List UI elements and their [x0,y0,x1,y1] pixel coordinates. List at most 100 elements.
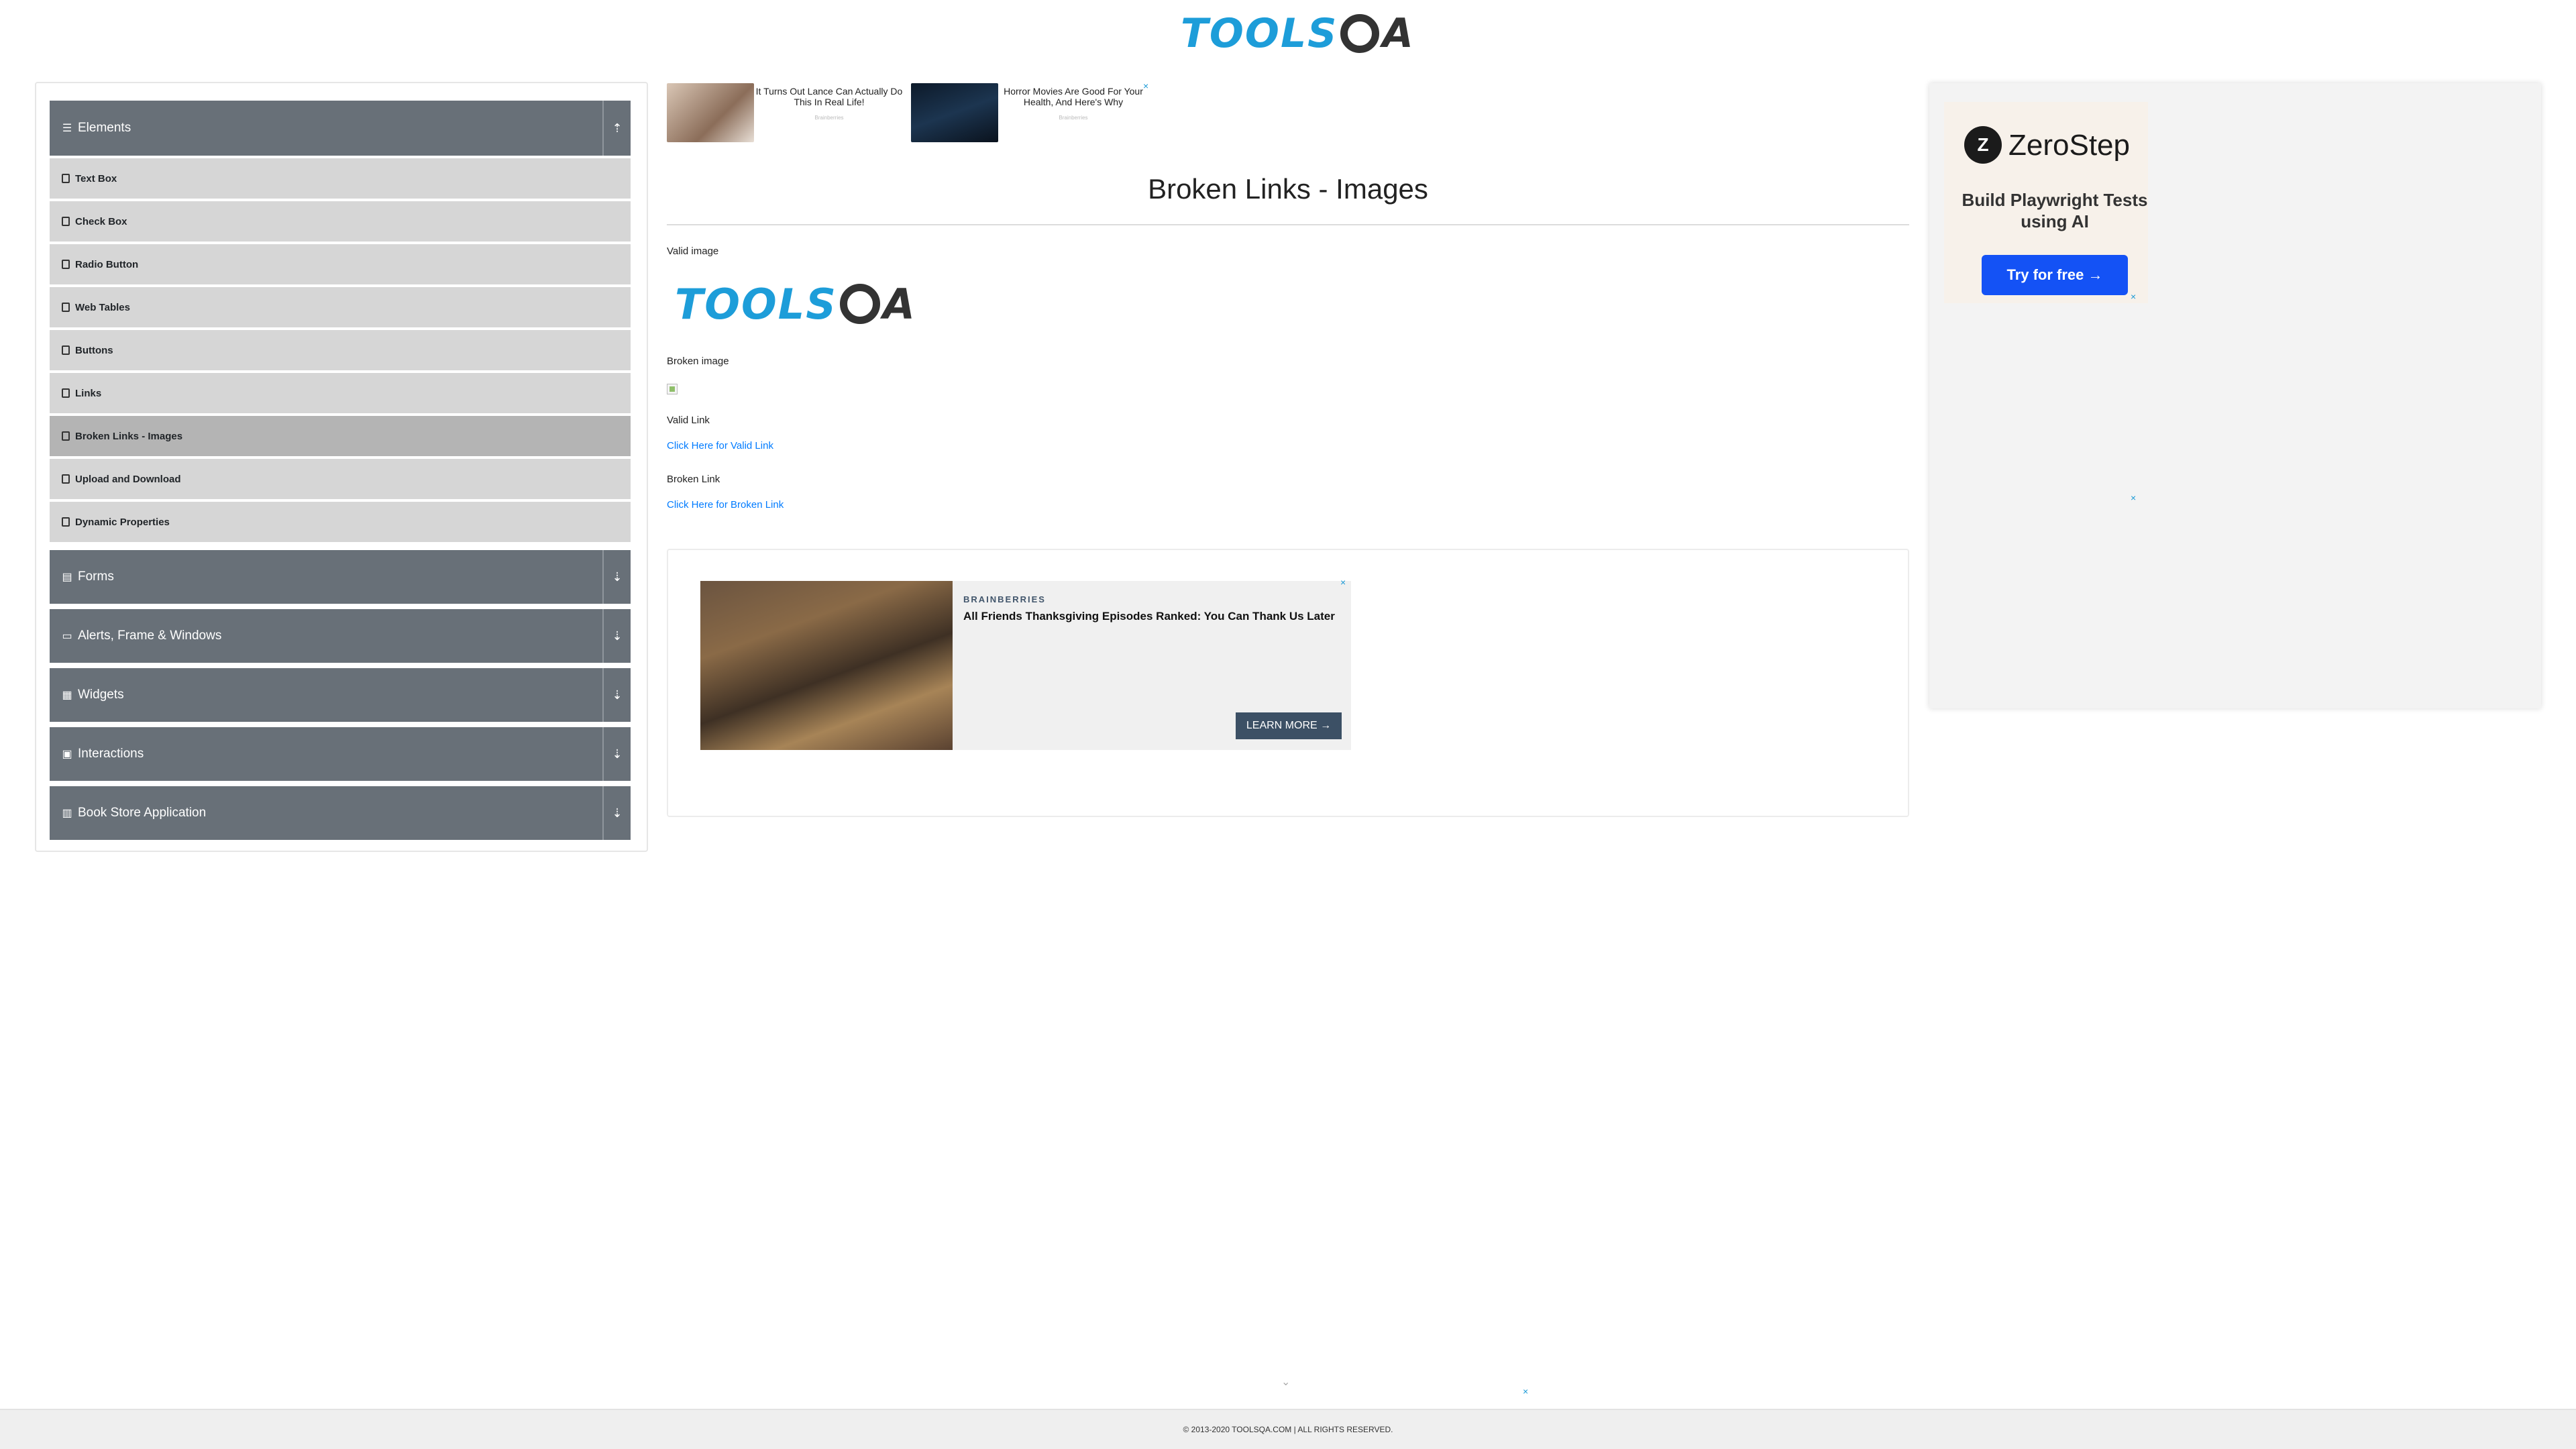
collapse-icon[interactable]: ⇡ [602,101,631,156]
item-icon [62,217,70,226]
chevron-down-icon[interactable]: ⌄ [1281,1375,1290,1389]
item-icon [62,345,70,355]
header: TOOLS A [0,0,2576,67]
footer: © 2013-2020 TOOLSQA.COM | ALL RIGHTS RES… [0,1409,2576,1449]
broken-image-label: Broken image [667,356,729,367]
ad-thumbnail [667,83,754,142]
valid-image: TOOLS A [675,278,915,330]
interactions-icon: ▣ [62,749,72,760]
close-icon[interactable]: × [2131,492,2136,503]
item-icon [62,260,70,269]
ad-headline: All Friends Thanksgiving Episodes Ranked… [963,610,1335,623]
item-icon [62,174,70,183]
logo-qa-text: A [1382,10,1413,57]
valid-image-label: Valid image [667,246,719,257]
valid-image-qa-text: A [882,279,915,329]
menu-item-label: Links [75,387,102,399]
group-elements-label: Elements [78,121,131,135]
close-icon[interactable]: × [1143,80,1148,91]
menu-item-label: Broken Links - Images [75,430,183,442]
close-icon[interactable]: × [1340,577,1346,588]
ad-brand: BRAINBERRIES [963,594,1046,604]
zerostep-logo-icon: Z [1964,126,2002,164]
bars-icon: ☰ [62,123,72,134]
expand-icon[interactable]: ⇣ [602,786,631,840]
right-ad: Z ZeroStep Build Playwright Tests using … [1929,83,2541,708]
zerostep-ad[interactable]: Z ZeroStep Build Playwright Tests using … [1944,102,2148,303]
ad-text: Horror Movies Are Good For Your Health, … [998,83,1148,142]
ad-headline: It Turns Out Lance Can Actually Do This … [755,86,903,107]
group-interactions[interactable]: ▣ Interactions ⇣ [50,727,631,781]
window-icon: ▭ [62,631,72,642]
top-ad-1[interactable]: It Turns Out Lance Can Actually Do This … [667,83,904,142]
logo-tools-text: TOOLS [1181,10,1338,57]
footer-text: © 2013-2020 TOOLSQA.COM | ALL RIGHTS RES… [1183,1425,1393,1434]
group-elements[interactable]: ☰ Elements ⇡ [50,101,631,156]
menu-item-label: Radio Button [75,258,139,270]
menu-item-label: Upload and Download [75,473,181,485]
menu-item-web-tables[interactable]: Web Tables [50,287,631,327]
zerostep-name: ZeroStep [2008,129,2130,162]
menu-item-text-box[interactable]: Text Box [50,158,631,199]
group-alerts-label: Alerts, Frame & Windows [78,629,222,643]
menu-item-buttons[interactable]: Buttons [50,330,631,370]
ad-thumbnail [911,83,998,142]
grid-icon: ▦ [62,690,72,701]
valid-image-tools-text: TOOLS [675,279,837,329]
group-forms[interactable]: ▤ Forms ⇣ [50,550,631,604]
close-icon[interactable]: × [1523,1386,1528,1397]
gear-icon [839,284,880,324]
ad-source: Brainberries [814,115,844,121]
title-divider [667,224,1909,225]
menu-item-broken-links-images[interactable]: Broken Links - Images [50,416,631,456]
item-icon [62,517,70,527]
menu-item-label: Web Tables [75,301,130,313]
top-ad-strip: It Turns Out Lance Can Actually Do This … [667,80,1152,144]
menu-item-check-box[interactable]: Check Box [50,201,631,241]
item-icon [62,431,70,441]
menu-item-label: Buttons [75,344,113,356]
menu-item-label: Text Box [75,172,117,184]
ad-headline: Horror Movies Are Good For Your Health, … [1004,86,1143,107]
ad-photo [700,581,953,750]
menu-item-links[interactable]: Links [50,373,631,413]
valid-link-label: Valid Link [667,415,710,426]
group-widgets-label: Widgets [78,688,124,702]
menu-item-upload-and-download[interactable]: Upload and Download [50,459,631,499]
group-forms-label: Forms [78,570,114,584]
broken-link[interactable]: Click Here for Broken Link [667,499,784,511]
menu-item-label: Check Box [75,215,127,227]
group-book-store[interactable]: ▥ Book Store Application ⇣ [50,786,631,840]
menu-item-dynamic-properties[interactable]: Dynamic Properties [50,502,631,542]
toolsqa-logo[interactable]: TOOLS A [1181,9,1413,58]
page-title: Broken Links - Images [1148,173,1428,205]
top-ad-2[interactable]: Horror Movies Are Good For Your Health, … [911,83,1148,142]
broken-image-icon [667,384,678,394]
learn-more-button[interactable]: LEARN MORE → [1236,712,1342,739]
try-for-free-button[interactable]: Try for free → [1982,255,2128,295]
group-book-store-label: Book Store Application [78,806,207,820]
left-panel: ☰ Elements ⇡ Text Box Check Box Radio Bu… [35,82,648,852]
menu-item-radio-button[interactable]: Radio Button [50,244,631,284]
zerostep-tagline: Build Playwright Tests using AI [1962,190,2148,231]
gear-icon [1340,14,1380,53]
broken-link-label: Broken Link [667,474,720,485]
item-icon [62,388,70,398]
expand-icon[interactable]: ⇣ [602,668,631,722]
close-icon[interactable]: × [2131,291,2136,302]
expand-icon[interactable]: ⇣ [602,550,631,604]
book-icon: ▥ [62,808,72,819]
expand-icon[interactable]: ⇣ [602,609,631,663]
friends-ad[interactable]: BRAINBERRIES All Friends Thanksgiving Ep… [700,577,1351,750]
ad-text: It Turns Out Lance Can Actually Do This … [754,83,904,142]
group-interactions-label: Interactions [78,747,144,761]
file-icon: ▤ [62,572,72,583]
expand-icon[interactable]: ⇣ [602,727,631,781]
item-icon [62,303,70,312]
ad-source: Brainberries [1059,115,1088,121]
group-alerts-frame-windows[interactable]: ▭ Alerts, Frame & Windows ⇣ [50,609,631,663]
item-icon [62,474,70,484]
valid-link[interactable]: Click Here for Valid Link [667,440,773,451]
group-widgets[interactable]: ▦ Widgets ⇣ [50,668,631,722]
menu-item-label: Dynamic Properties [75,516,170,528]
